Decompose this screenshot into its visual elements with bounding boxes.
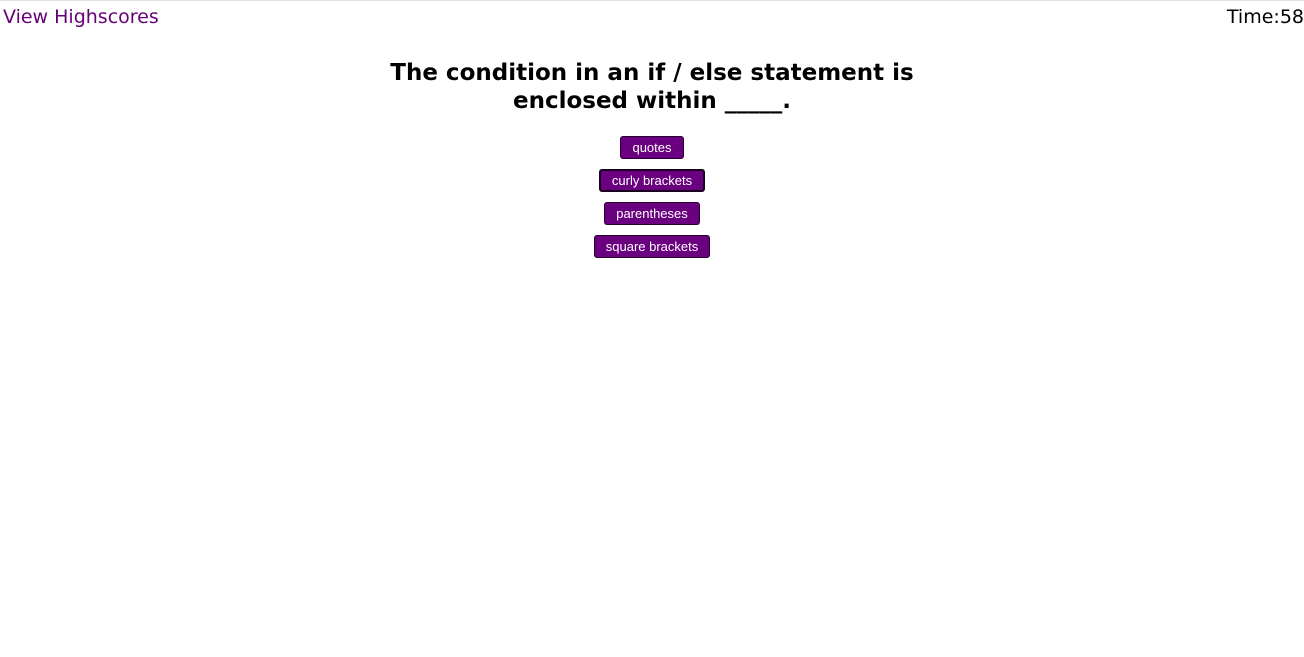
top-bar: View Highscores Time:58 <box>0 1 1304 35</box>
timer: Time:58 <box>1227 6 1304 28</box>
timer-label: Time: <box>1226 6 1280 28</box>
view-highscores-link[interactable]: View Highscores <box>3 6 159 28</box>
quiz-container: The condition in an if / else statement … <box>0 59 1304 268</box>
choice-button-square-brackets[interactable]: square brackets <box>593 235 711 258</box>
question-text: The condition in an if / else statement … <box>390 60 914 114</box>
timer-value: 58 <box>1279 6 1304 28</box>
choices-list: quotes curly brackets parentheses square… <box>0 136 1304 268</box>
choice-button-quotes[interactable]: quotes <box>620 136 684 159</box>
choice-button-parentheses[interactable]: parentheses <box>604 202 700 225</box>
choice-button-curly-brackets[interactable]: curly brackets <box>598 169 706 192</box>
